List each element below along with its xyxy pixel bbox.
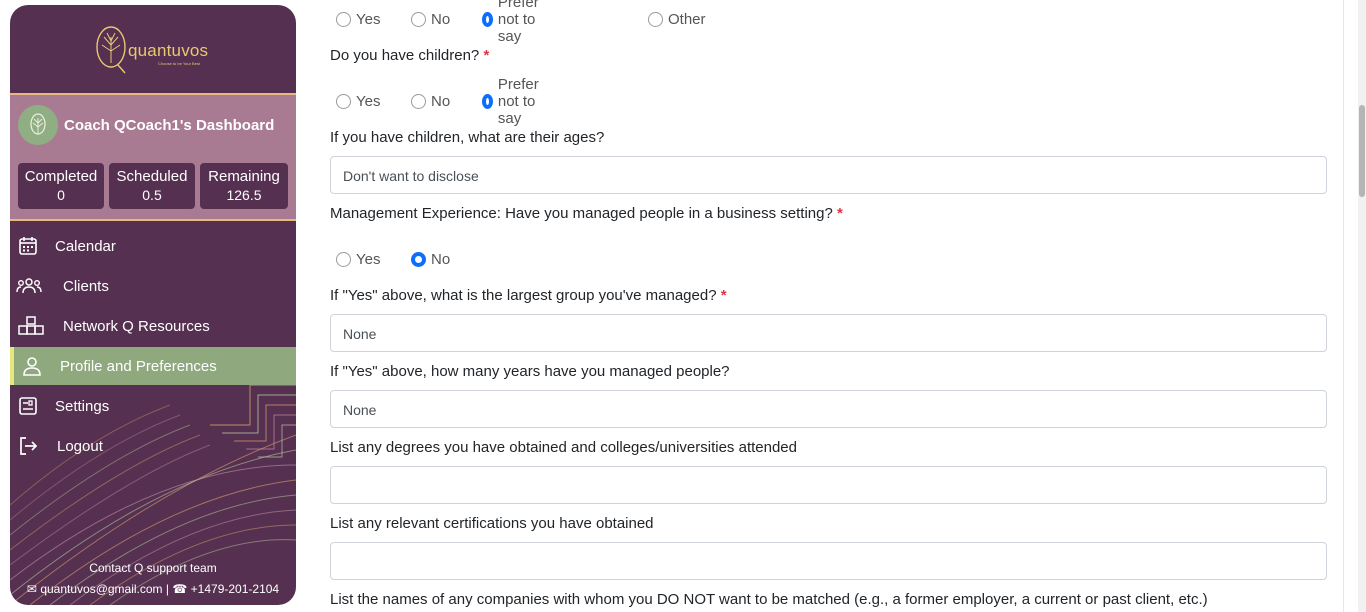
radio-children-no[interactable]: No bbox=[411, 91, 450, 111]
question-text: Do you have children? bbox=[330, 47, 480, 64]
radio-button[interactable] bbox=[411, 93, 426, 109]
question-years-managed: If "Yes" above, how many years have you … bbox=[330, 363, 730, 380]
radio-button[interactable] bbox=[482, 93, 493, 109]
nav-item-logout[interactable]: Logout bbox=[10, 427, 296, 465]
stat-label: Remaining bbox=[208, 168, 280, 185]
logo[interactable]: quantuvos Choose to be Your Best bbox=[10, 5, 296, 93]
avatar-tree-icon bbox=[30, 113, 46, 135]
stat-value: 126.5 bbox=[226, 187, 262, 203]
radio-children-prefer-not[interactable]: Prefer not to say bbox=[482, 76, 543, 127]
stat-label: Completed bbox=[24, 168, 98, 185]
question-children-ages: If you have children, what are their age… bbox=[330, 129, 605, 146]
radio-label: Other bbox=[668, 10, 706, 28]
scrollbar-track[interactable] bbox=[1358, 0, 1366, 612]
radio-row0-yes[interactable]: Yes bbox=[336, 9, 380, 29]
radio-label: No bbox=[431, 92, 451, 110]
scrollbar-thumb[interactable] bbox=[1359, 105, 1365, 197]
coach-panel: Coach QCoach1's Dashboard Completed 0 Sc… bbox=[10, 95, 296, 219]
nav-label: Clients bbox=[63, 278, 109, 295]
radio-button[interactable] bbox=[336, 11, 351, 27]
nav-item-settings[interactable]: Settings bbox=[10, 387, 296, 425]
nav-label: Calendar bbox=[55, 238, 116, 255]
children-ages-input[interactable]: Don't want to disclose bbox=[330, 156, 1327, 194]
support-email[interactable]: quantuvos@gmail.com bbox=[40, 582, 162, 596]
years-managed-select[interactable]: None bbox=[330, 390, 1327, 428]
degrees-input[interactable] bbox=[330, 466, 1327, 504]
radio-label: Yes bbox=[356, 250, 381, 268]
email-icon: ✉ bbox=[26, 582, 37, 596]
required-marker: * bbox=[483, 47, 490, 64]
radio-management-no[interactable]: No bbox=[411, 249, 450, 269]
nav-item-clients[interactable]: Clients bbox=[10, 267, 296, 305]
sidebar: quantuvos Choose to be Your Best Coach Q… bbox=[10, 5, 296, 605]
stat-scheduled: Scheduled 0.5 bbox=[109, 163, 195, 209]
radio-row0-no[interactable]: No bbox=[411, 9, 450, 29]
radio-button[interactable] bbox=[482, 11, 493, 27]
radio-button[interactable] bbox=[648, 11, 663, 27]
stat-completed: Completed 0 bbox=[18, 163, 104, 209]
support-phone[interactable]: +1479-201-2104 bbox=[191, 582, 279, 596]
radio-label: No bbox=[431, 10, 451, 28]
nav-item-calendar[interactable]: Calendar bbox=[10, 227, 296, 265]
stat-label: Scheduled bbox=[116, 168, 188, 185]
avatar bbox=[18, 105, 58, 145]
phone-icon: ☎ bbox=[172, 582, 188, 596]
radio-label: Yes bbox=[356, 10, 381, 28]
radio-row0-other[interactable]: Other bbox=[648, 9, 706, 29]
support-title: Contact Q support team bbox=[89, 561, 217, 575]
radio-row0-prefer-not[interactable]: Prefer not to say bbox=[482, 0, 543, 45]
question-management: Management Experience: Have you managed … bbox=[330, 205, 843, 222]
radio-button[interactable] bbox=[411, 11, 426, 27]
dashboard-title: Coach QCoach1's Dashboard bbox=[64, 117, 275, 134]
radio-label: No bbox=[431, 250, 451, 268]
radio-button[interactable] bbox=[336, 251, 351, 267]
question-largest-group: If "Yes" above, what is the largest grou… bbox=[330, 287, 727, 304]
support-contact: ✉ quantuvos@gmail.com | ☎ +1479-201-2104 bbox=[10, 582, 296, 596]
divider bbox=[10, 219, 296, 221]
logo-tagline: Choose to be Your Best bbox=[158, 61, 201, 66]
nav-label: Settings bbox=[55, 398, 110, 415]
settings-icon bbox=[19, 397, 37, 415]
certifications-input[interactable] bbox=[330, 542, 1327, 580]
nav-label: Logout bbox=[57, 438, 103, 455]
required-marker: * bbox=[837, 205, 843, 222]
stat-remaining: Remaining 126.5 bbox=[200, 163, 288, 209]
stat-value: 0.5 bbox=[142, 187, 162, 203]
question-excluded-companies: List the names of any companies with who… bbox=[330, 591, 1208, 608]
network-icon bbox=[18, 316, 44, 335]
users-icon bbox=[16, 278, 42, 294]
nav-label: Network Q Resources bbox=[63, 318, 210, 335]
radio-label: Prefer not to say bbox=[497, 75, 539, 127]
radio-button[interactable] bbox=[411, 251, 426, 267]
nav-label: Profile and Preferences bbox=[60, 358, 217, 375]
required-marker: * bbox=[720, 287, 727, 304]
logo-text: quantuvos bbox=[128, 41, 209, 60]
support-separator: | bbox=[165, 582, 170, 596]
logout-icon bbox=[20, 437, 38, 455]
user-icon bbox=[23, 357, 41, 376]
radio-management-yes[interactable]: Yes bbox=[336, 249, 380, 269]
radio-label: Prefer not to say bbox=[497, 0, 539, 45]
question-degrees: List any degrees you have obtained and c… bbox=[330, 439, 797, 456]
radio-label: Yes bbox=[356, 92, 381, 110]
logo-tree-icon bbox=[96, 26, 126, 74]
question-text: If "Yes" above, what is the largest grou… bbox=[330, 287, 717, 304]
radio-button[interactable] bbox=[336, 93, 351, 109]
nav-item-profile-and-preferences[interactable]: Profile and Preferences bbox=[10, 347, 296, 385]
nav-item-network-q-resources[interactable]: Network Q Resources bbox=[10, 307, 296, 345]
calendar-icon bbox=[19, 237, 37, 255]
question-children: Do you have children? * bbox=[330, 47, 489, 64]
radio-children-yes[interactable]: Yes bbox=[336, 91, 380, 111]
stat-value: 0 bbox=[57, 187, 65, 203]
largest-group-select[interactable]: None bbox=[330, 314, 1327, 352]
content-border bbox=[1343, 0, 1344, 612]
question-text: Management Experience: Have you managed … bbox=[330, 205, 833, 222]
question-certifications: List any relevant certifications you hav… bbox=[330, 515, 654, 532]
